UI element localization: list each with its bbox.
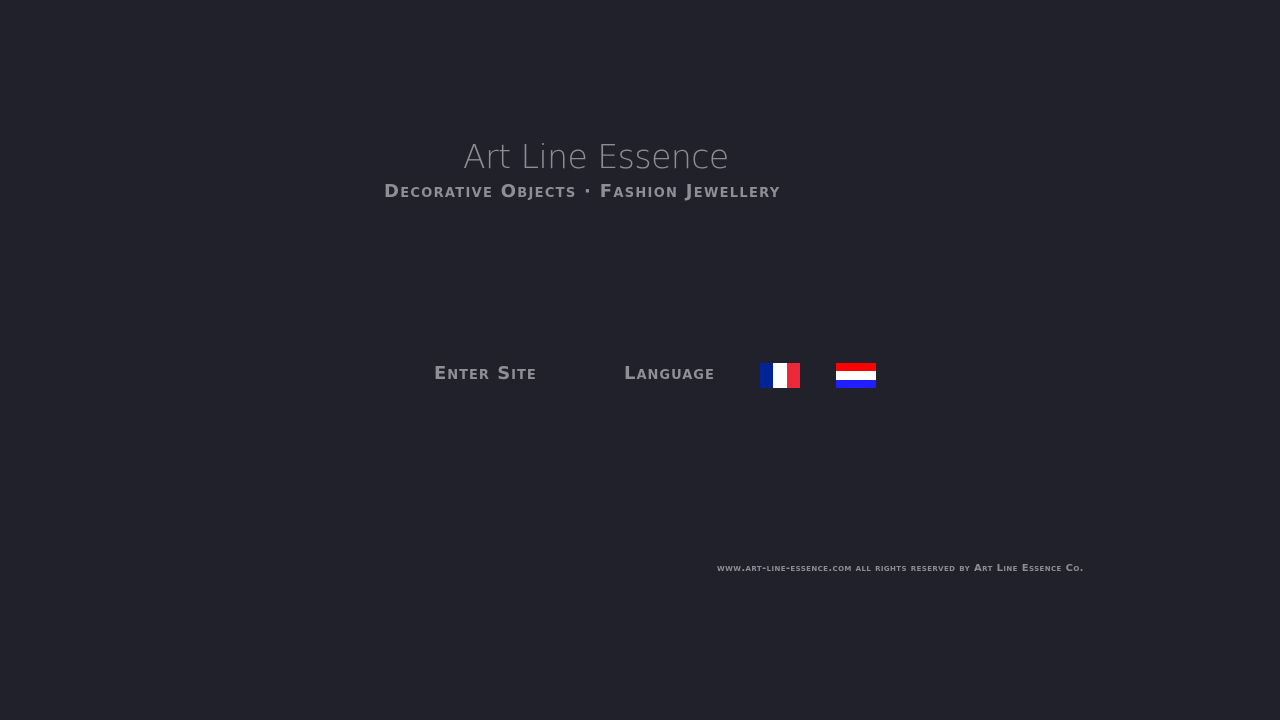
footer-copyright: www.art-line-essence.com all rights rese… — [717, 563, 1084, 574]
flag-netherlands-icon[interactable] — [836, 363, 876, 388]
flag-band — [760, 363, 774, 388]
flag-band — [836, 371, 876, 380]
enter-site-link[interactable]: Enter Site — [434, 362, 537, 386]
language-label: Language — [624, 363, 715, 384]
flag-band — [786, 363, 800, 388]
flag-band — [836, 363, 876, 372]
flag-band — [836, 379, 876, 388]
site-title: Art Line Essence — [463, 137, 729, 176]
flag-band — [773, 363, 787, 388]
site-tagline: Decorative Objects · Fashion Jewellery — [384, 181, 781, 202]
flag-france-icon[interactable] — [760, 363, 800, 388]
